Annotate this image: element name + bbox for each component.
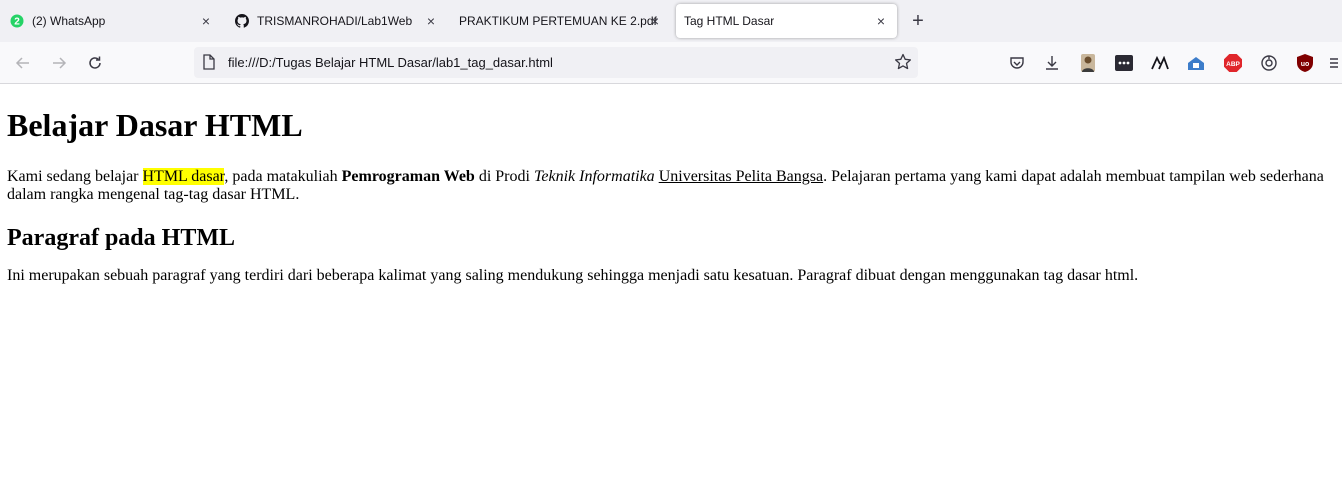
svg-text:ABP: ABP [1226, 61, 1240, 68]
whatsapp-icon: 2 [10, 14, 24, 28]
menu-button[interactable] [1328, 53, 1342, 73]
underlined-text: Universitas Pelita Bangsa [658, 168, 824, 185]
downloads-icon [1046, 56, 1058, 70]
adblock-plus-icon: ABP [1224, 54, 1242, 72]
svg-text:uo: uo [1301, 61, 1310, 68]
pocket-icon [1010, 57, 1024, 69]
reload-icon [89, 56, 101, 69]
adblock-plus-button[interactable]: ABP [1223, 53, 1243, 73]
downloads-button[interactable] [1042, 53, 1062, 73]
document-icon [203, 54, 215, 70]
text: di Prodi [474, 168, 534, 185]
tab-pdf[interactable]: PRAKTIKUM PERTEMUAN KE 2.pdf × [449, 4, 671, 38]
intro-paragraph: Kami sedang belajar HTML dasar, pada mat… [7, 168, 1337, 204]
section-heading: Paragraf pada HTML [7, 225, 235, 251]
menu-icon [1330, 58, 1338, 68]
whatsapp-badge: 2 [14, 17, 20, 28]
settings-dial-button[interactable] [1259, 53, 1279, 73]
highlighted-text: HTML dasar [142, 168, 225, 185]
new-tab-button[interactable]: + [907, 10, 929, 32]
tab-label: (2) WhatsApp [32, 14, 106, 28]
tab-label: PRAKTIKUM PERTEMUAN KE 2.pdf [459, 14, 657, 28]
forward-button[interactable] [48, 52, 70, 74]
page-content: Belajar Dasar HTML Kami sedang belajar H… [7, 84, 1337, 285]
back-button[interactable] [12, 52, 34, 74]
forward-icon [53, 57, 67, 69]
url-text[interactable]: file:///D:/Tugas Belajar HTML Dasar/lab1… [228, 55, 553, 70]
pocket-button[interactable] [1007, 53, 1027, 73]
tab-label: TRISMANROHADI/Lab1Web [257, 14, 413, 28]
text: , pada matakuliah [224, 168, 342, 185]
ublock-origin-button[interactable]: uo [1295, 53, 1315, 73]
close-tab-icon[interactable]: × [647, 13, 663, 29]
extension-dots-button[interactable] [1114, 53, 1134, 73]
extension-cloud-button[interactable] [1186, 53, 1206, 73]
paragraph: Ini merupakan sebuah paragraf yang terdi… [7, 267, 1139, 284]
text: Kami sedang belajar [7, 168, 143, 185]
settings-dial-icon [1261, 55, 1277, 71]
reload-button[interactable] [84, 52, 106, 74]
bold-text: Pemrograman Web [341, 168, 475, 185]
nav-bar: file:///D:/Tugas Belajar HTML Dasar/lab1… [0, 42, 1342, 84]
page-heading: Belajar Dasar HTML [7, 107, 303, 143]
tab-strip: 2 (2) WhatsApp × TRISMANROHADI/Lab1Web ×… [0, 0, 1342, 42]
github-icon [235, 14, 249, 28]
tab-label: Tag HTML Dasar [684, 14, 775, 28]
address-bar[interactable]: file:///D:/Tugas Belajar HTML Dasar/lab1… [194, 47, 918, 78]
bookmark-star-icon[interactable] [894, 53, 912, 71]
tab-github[interactable]: TRISMANROHADI/Lab1Web × [225, 4, 447, 38]
extension-a-icon [1151, 56, 1169, 70]
extension-cloud-icon [1188, 57, 1204, 70]
tab-tag-html-dasar[interactable]: Tag HTML Dasar × [676, 4, 897, 38]
italic-text: Teknik Informatika [533, 168, 655, 185]
extension-dots-icon [1115, 55, 1133, 71]
close-tab-icon[interactable]: × [423, 13, 439, 29]
ublock-origin-icon: uo [1297, 54, 1313, 72]
back-icon [15, 57, 29, 69]
tab-whatsapp[interactable]: 2 (2) WhatsApp × [0, 4, 222, 38]
close-tab-icon[interactable]: × [873, 13, 889, 29]
extension-a-button[interactable] [1150, 53, 1170, 73]
profile-avatar-icon [1081, 54, 1095, 72]
profile-button[interactable] [1078, 53, 1098, 73]
close-tab-icon[interactable]: × [198, 13, 214, 29]
